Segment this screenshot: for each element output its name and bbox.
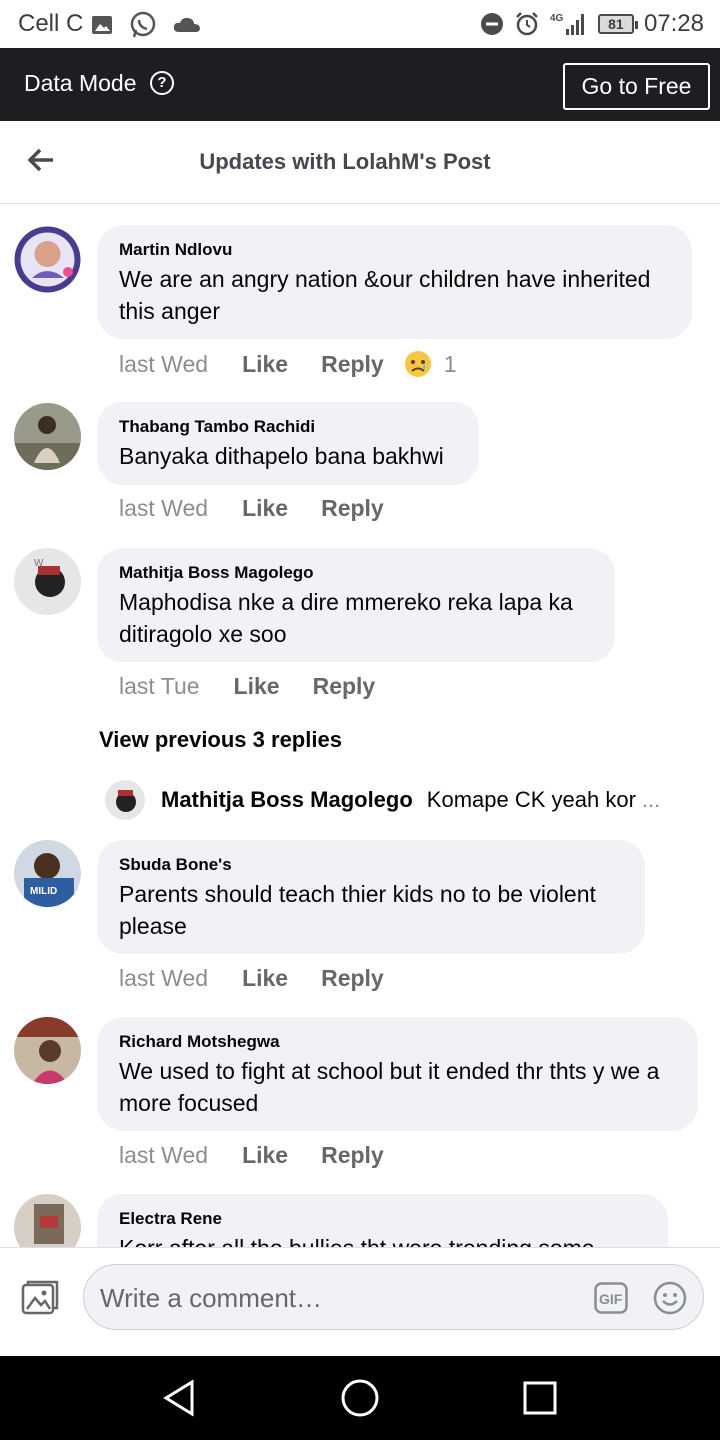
- comment-author[interactable]: Martin Ndlovu: [119, 239, 670, 261]
- view-previous-replies-link[interactable]: View previous 3 replies: [99, 727, 342, 753]
- comment-actions: last Tue Like Reply: [119, 673, 375, 700]
- like-button[interactable]: Like: [234, 673, 280, 700]
- data-mode-bar: Data Mode ? Go to Free: [0, 48, 720, 121]
- battery-icon: 81: [597, 14, 638, 34]
- comment-time[interactable]: last Wed: [119, 965, 208, 992]
- reaction-summary[interactable]: 1: [404, 350, 457, 378]
- reply-button[interactable]: Reply: [313, 673, 376, 700]
- reply-preview[interactable]: Mathitja Boss Magolego Komape CK yeah ko…: [105, 779, 705, 821]
- comment-time[interactable]: last Tue: [119, 673, 200, 700]
- help-icon[interactable]: ?: [150, 71, 174, 95]
- system-nav-bar: [0, 1356, 720, 1440]
- sad-reaction-icon: [404, 351, 431, 377]
- clock: 07:28: [643, 10, 704, 37]
- comment-text: Korr after all the bullies tht were tren…: [119, 1232, 646, 1247]
- gallery-icon: [92, 16, 112, 34]
- photo-icon[interactable]: [20, 1278, 60, 1318]
- comment-author[interactable]: Electra Rene: [119, 1208, 646, 1230]
- comment-author[interactable]: Mathitja Boss Magolego: [119, 562, 593, 584]
- comment-author[interactable]: Richard Motshegwa: [119, 1031, 676, 1053]
- comment-text: Parents should teach thier kids no to be…: [119, 881, 596, 939]
- svg-text:4G: 4G: [550, 13, 564, 24]
- back-nav-icon[interactable]: [158, 1376, 202, 1420]
- go-to-free-button[interactable]: Go to Free: [563, 63, 710, 110]
- comment-time[interactable]: last Wed: [119, 351, 208, 378]
- comment-actions: last Wed Like Reply: [119, 495, 384, 522]
- emoji-icon[interactable]: [653, 1281, 687, 1315]
- like-button[interactable]: Like: [242, 965, 288, 992]
- comments-list[interactable]: Martin Ndlovu We are an angry nation &ou…: [0, 204, 720, 1247]
- data-mode-label: Data Mode: [24, 70, 137, 96]
- recents-nav-icon[interactable]: [518, 1376, 562, 1420]
- home-nav-icon[interactable]: [338, 1376, 382, 1420]
- avatar[interactable]: [14, 1194, 81, 1247]
- reply-button[interactable]: Reply: [321, 495, 384, 522]
- like-button[interactable]: Like: [242, 1142, 288, 1169]
- page-title: Updates with LolahM's Post: [199, 149, 491, 174]
- comment-time[interactable]: last Wed: [119, 495, 208, 522]
- like-button[interactable]: Like: [242, 351, 288, 378]
- avatar[interactable]: [105, 780, 145, 820]
- post-header: Updates with LolahM's Post: [0, 121, 720, 204]
- comment-bubble[interactable]: Martin Ndlovu We are an angry nation &ou…: [97, 225, 692, 339]
- comment-actions: last Wed Like Reply: [119, 965, 384, 992]
- alarm-icon: [516, 12, 538, 36]
- comment-bubble[interactable]: Richard Motshegwa We used to fight at sc…: [97, 1017, 698, 1131]
- cloud-icon: [173, 17, 200, 32]
- comment-text: We used to fight at school but it ended …: [119, 1058, 660, 1116]
- comment-input[interactable]: [100, 1279, 580, 1317]
- comment-input-box[interactable]: GIF: [83, 1264, 704, 1330]
- reply-author[interactable]: Mathitja Boss Magolego: [161, 787, 413, 813]
- status-bar: Cell C 4G 81 07:28: [0, 0, 720, 48]
- comment-text: Banyaka dithapelo bana bakhwi: [119, 443, 444, 469]
- like-button[interactable]: Like: [242, 495, 288, 522]
- comment-text: We are an angry nation &our children hav…: [119, 266, 651, 324]
- dnd-icon: [480, 13, 503, 35]
- comment-bubble[interactable]: Sbuda Bone's Parents should teach thier …: [97, 840, 645, 954]
- comment-bubble[interactable]: Thabang Tambo Rachidi Banyaka dithapelo …: [97, 402, 479, 485]
- reply-text: Komape CK yeah kor: [426, 787, 636, 812]
- avatar[interactable]: [14, 403, 81, 470]
- avatar[interactable]: MILID: [14, 840, 81, 907]
- whatsapp-icon: [130, 11, 156, 38]
- reply-button[interactable]: Reply: [321, 965, 384, 992]
- comment-author[interactable]: Thabang Tambo Rachidi: [119, 416, 457, 438]
- reply-ellipsis: ...: [641, 787, 661, 812]
- comment-actions: last Wed Like Reply 1: [119, 350, 457, 378]
- comment-author[interactable]: Sbuda Bone's: [119, 854, 623, 876]
- comment-time[interactable]: last Wed: [119, 1142, 208, 1169]
- reaction-count: 1: [443, 350, 457, 377]
- svg-text:GIF: GIF: [599, 1291, 623, 1307]
- carrier-name: Cell C: [18, 10, 84, 37]
- gif-icon[interactable]: GIF: [594, 1282, 628, 1314]
- reply-button[interactable]: Reply: [321, 351, 384, 378]
- avatar[interactable]: [14, 226, 81, 293]
- comment-composer: GIF: [0, 1247, 720, 1356]
- comment-bubble[interactable]: Electra Rene Korr after all the bullies …: [97, 1194, 668, 1247]
- svg-text:MILID: MILID: [30, 886, 57, 897]
- comment-bubble[interactable]: Mathitja Boss Magolego Maphodisa nke a d…: [97, 548, 615, 662]
- avatar[interactable]: W: [14, 548, 81, 615]
- comment-actions: last Wed Like Reply: [119, 1142, 384, 1169]
- signal-icon: 4G: [550, 13, 584, 35]
- avatar[interactable]: [14, 1017, 81, 1084]
- reply-button[interactable]: Reply: [321, 1142, 384, 1169]
- comment-text: Maphodisa nke a dire mmereko reka lapa k…: [119, 589, 573, 647]
